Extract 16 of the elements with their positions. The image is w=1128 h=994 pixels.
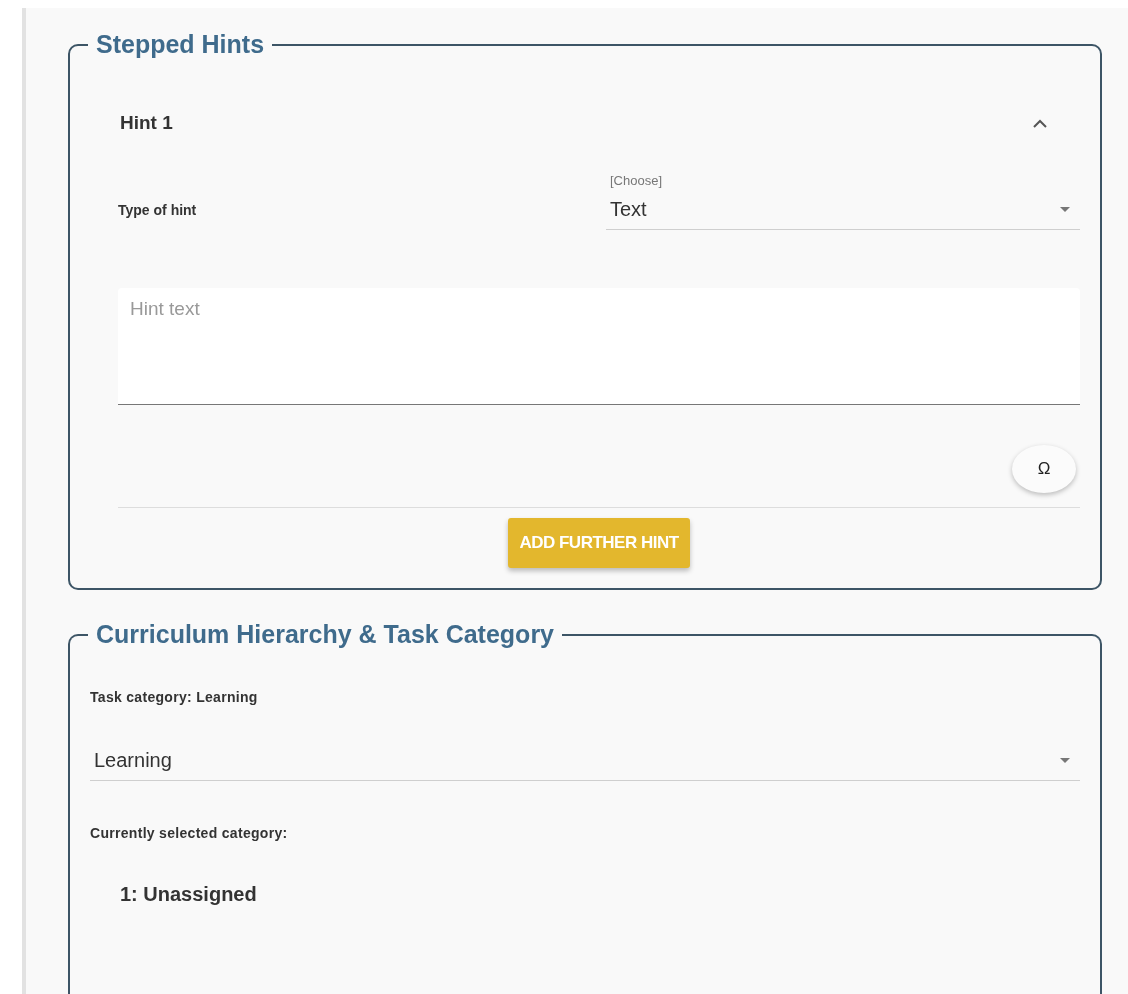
hint-header[interactable]: Hint 1 bbox=[90, 59, 1080, 137]
hint-title: Hint 1 bbox=[120, 112, 173, 134]
type-label: Type of hint bbox=[118, 202, 197, 218]
special-character-button[interactable]: Ω bbox=[1012, 445, 1076, 493]
dropdown-caret-icon bbox=[1060, 207, 1070, 212]
chevron-up-icon[interactable] bbox=[1032, 118, 1048, 128]
selected-category-label: Currently selected category: bbox=[90, 825, 289, 841]
hint-type-select[interactable]: Text bbox=[606, 194, 1080, 230]
category-label: Task category: Learning bbox=[90, 689, 259, 705]
category-select[interactable]: Learning bbox=[90, 745, 1080, 781]
panel-title: Stepped Hints bbox=[95, 30, 266, 59]
panel-title: Curriculum Hierarchy & Task Category bbox=[95, 620, 556, 649]
selected-category-value: 1: Unassigned bbox=[119, 883, 258, 906]
dropdown-caret-icon bbox=[1060, 758, 1070, 763]
select-label: [Choose] bbox=[610, 173, 664, 188]
hint-text-field[interactable]: Hint text bbox=[118, 288, 1080, 405]
